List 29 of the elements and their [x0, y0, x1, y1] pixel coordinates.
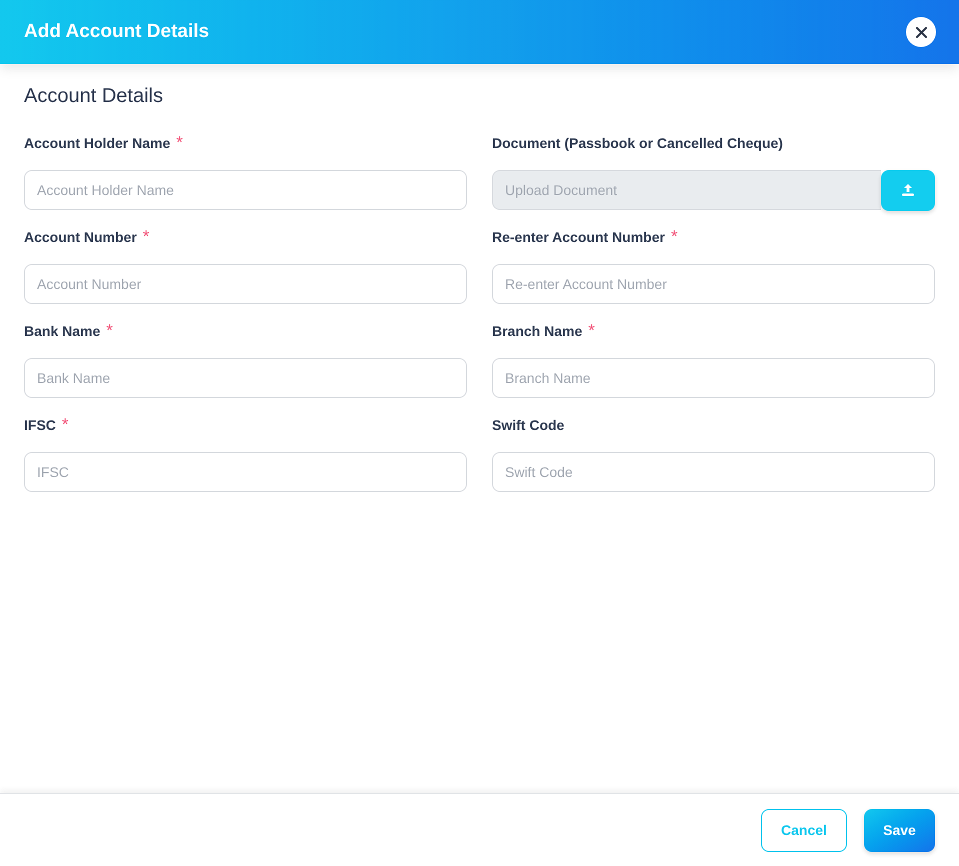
save-button[interactable]: Save: [864, 808, 935, 852]
cancel-button[interactable]: Cancel: [761, 808, 847, 852]
close-button[interactable]: [906, 17, 936, 47]
field-label: Account Number: [24, 228, 137, 247]
section-title: Account Details: [24, 84, 164, 109]
close-icon: [916, 26, 926, 38]
upload-document-field[interactable]: Upload Document: [492, 170, 881, 210]
required-asterisk: *: [106, 321, 113, 341]
input-field[interactable]: Re-enter Account Number: [492, 264, 935, 304]
required-asterisk: *: [670, 227, 678, 247]
field-label: IFSC: [24, 416, 56, 435]
required-asterisk: *: [142, 227, 150, 247]
input-field[interactable]: Swift Code: [492, 452, 935, 492]
required-asterisk: *: [62, 415, 69, 435]
required-asterisk: *: [588, 321, 595, 341]
field-label: Document (Passbook or Cancelled Cheque): [492, 134, 783, 153]
field-label: Bank Name: [24, 322, 100, 341]
input-field[interactable]: Account Number: [24, 264, 467, 304]
input-field[interactable]: Account Holder Name: [24, 170, 467, 210]
dialog-title: Add Account Details: [24, 20, 210, 44]
field-label: Swift Code: [492, 416, 564, 435]
required-asterisk: *: [176, 133, 183, 153]
field-label: Branch Name: [492, 322, 582, 341]
input-field[interactable]: IFSC: [24, 452, 467, 492]
input-field[interactable]: Branch Name: [492, 358, 935, 398]
upload-icon: [901, 183, 915, 197]
input-field[interactable]: Bank Name: [24, 358, 467, 398]
field-label: Re-enter Account Number: [492, 228, 665, 247]
field-label: Account Holder Name: [24, 134, 170, 153]
